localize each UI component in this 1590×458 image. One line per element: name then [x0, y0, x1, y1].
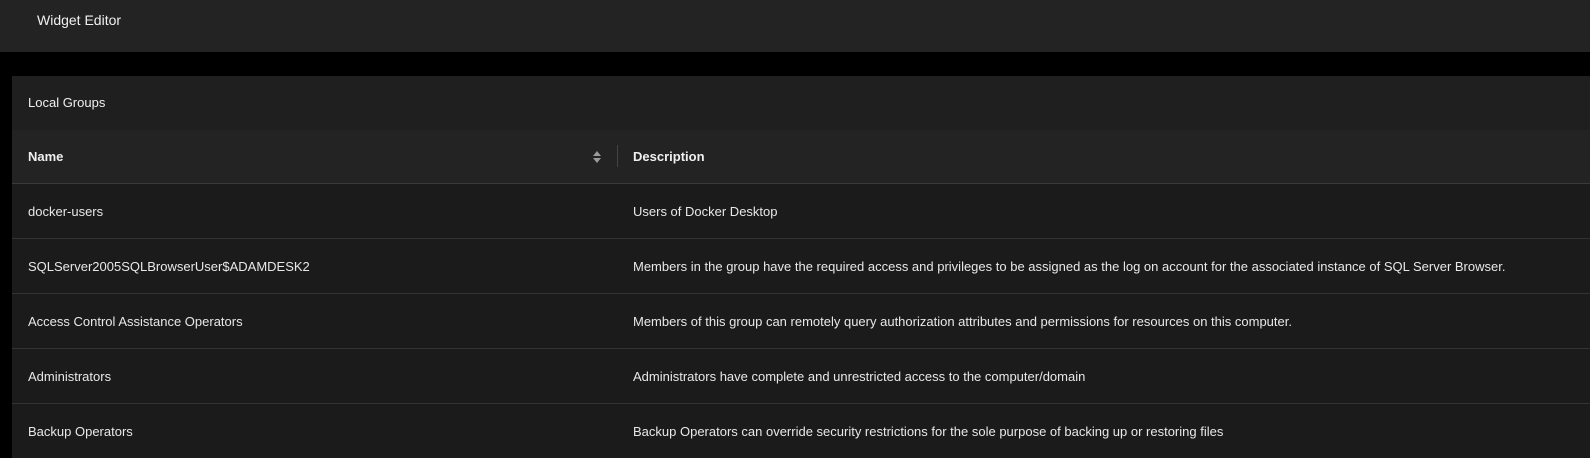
- table-row[interactable]: Backup Operators Backup Operators can ov…: [12, 404, 1590, 458]
- table-header: Name Description: [12, 130, 1590, 184]
- column-header-name[interactable]: Name: [28, 130, 600, 183]
- group-description-cell: Users of Docker Desktop: [633, 203, 778, 219]
- panel-header: Local Groups: [12, 76, 1590, 130]
- table-row[interactable]: SQLServer2005SQLBrowserUser$ADAMDESK2 Me…: [12, 239, 1590, 294]
- group-name-cell: SQLServer2005SQLBrowserUser$ADAMDESK2: [28, 258, 310, 274]
- sort-icon[interactable]: [592, 150, 602, 164]
- group-name-cell: Access Control Assistance Operators: [28, 313, 243, 329]
- column-header-description[interactable]: Description: [633, 130, 1533, 183]
- column-header-name-label: Name: [28, 149, 64, 164]
- column-header-description-label: Description: [633, 149, 705, 164]
- group-name-cell: Backup Operators: [28, 423, 133, 439]
- table-row[interactable]: Administrators Administrators have compl…: [12, 349, 1590, 404]
- app-title: Widget Editor: [37, 12, 122, 28]
- local-groups-panel: Local Groups Name Description docker-use…: [12, 76, 1590, 458]
- panel-title: Local Groups: [28, 95, 106, 110]
- group-description-cell: Administrators have complete and unrestr…: [633, 368, 1086, 384]
- table-body: docker-users Users of Docker Desktop SQL…: [12, 184, 1590, 458]
- top-bar: Widget Editor: [0, 0, 1590, 52]
- group-description-cell: Backup Operators can override security r…: [633, 423, 1224, 439]
- group-description-cell: Members in the group have the required a…: [633, 258, 1506, 274]
- column-divider[interactable]: [617, 145, 618, 167]
- table-row[interactable]: docker-users Users of Docker Desktop: [12, 184, 1590, 239]
- table-row[interactable]: Access Control Assistance Operators Memb…: [12, 294, 1590, 349]
- group-name-cell: docker-users: [28, 203, 104, 219]
- group-name-cell: Administrators: [28, 368, 112, 384]
- group-description-cell: Members of this group can remotely query…: [633, 313, 1292, 329]
